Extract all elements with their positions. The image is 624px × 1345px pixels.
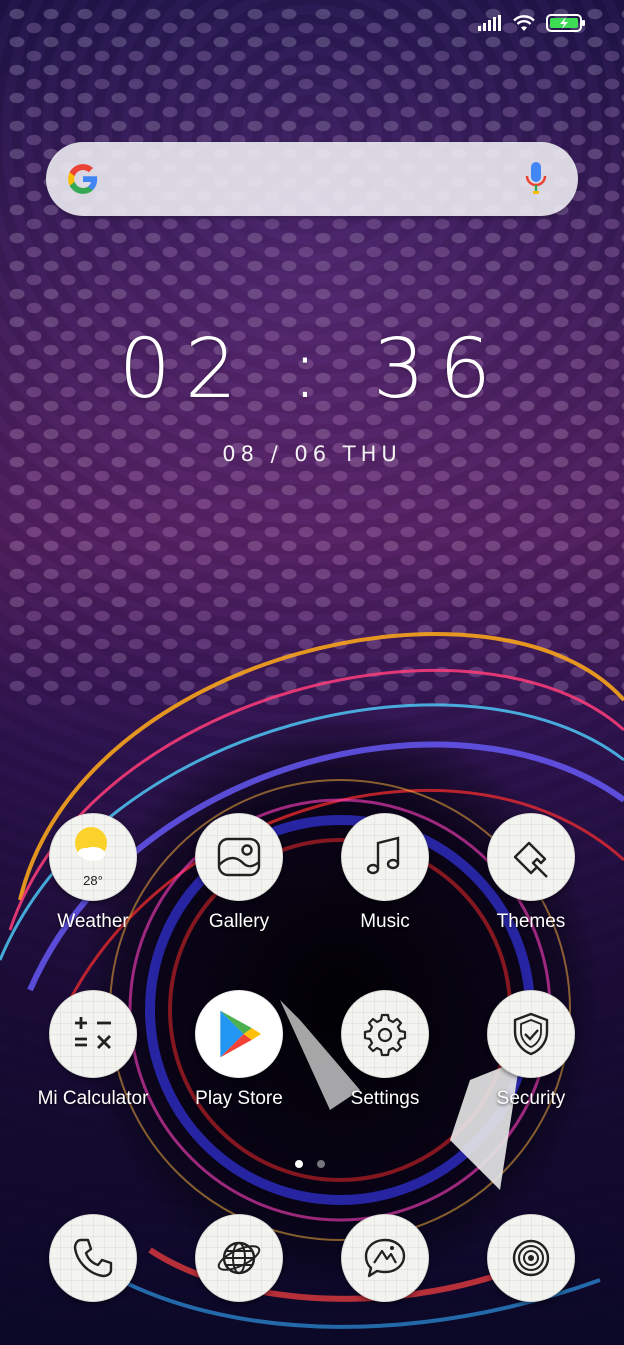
- app-mi-calculator[interactable]: Mi Calculator: [28, 990, 158, 1130]
- calculator-icon-button[interactable]: [49, 990, 137, 1078]
- app-label: Settings: [350, 1088, 420, 1109]
- page-dot[interactable]: [317, 1160, 325, 1168]
- clock-widget-time[interactable]: 02 : 36: [0, 322, 624, 417]
- app-music[interactable]: Music: [320, 813, 450, 953]
- app-label: Weather: [57, 911, 129, 932]
- weather-icon: [75, 827, 107, 861]
- app-themes[interactable]: Themes: [466, 813, 596, 953]
- gear-icon: [363, 1013, 407, 1057]
- google-logo-icon: [68, 164, 98, 194]
- app-label: Mi Calculator: [37, 1088, 149, 1109]
- dock-messaging[interactable]: [320, 1214, 450, 1306]
- play-store-icon-button[interactable]: [195, 990, 283, 1078]
- gallery-icon: [217, 837, 261, 877]
- app-label: Music: [360, 911, 410, 932]
- music-note-icon: [366, 836, 400, 875]
- app-gallery[interactable]: Gallery: [174, 813, 304, 953]
- messaging-icon-button[interactable]: [341, 1214, 429, 1302]
- signal-icon: [478, 15, 501, 31]
- weather-temperature: 28°: [83, 873, 103, 888]
- clock-widget-date: 08 / 06 THU: [222, 442, 402, 466]
- app-label: Play Store: [195, 1088, 283, 1109]
- app-label: Security: [496, 1088, 566, 1109]
- app-label: Themes: [496, 911, 566, 932]
- phone-icon-button[interactable]: [49, 1214, 137, 1302]
- paint-brush-icon: [513, 841, 548, 878]
- gallery-icon-button[interactable]: [195, 813, 283, 901]
- themes-icon-button[interactable]: [487, 813, 575, 901]
- shield-icon: [513, 1012, 549, 1056]
- security-icon-button[interactable]: [487, 990, 575, 1078]
- play-store-icon: [220, 1010, 262, 1058]
- wifi-icon: [513, 15, 535, 31]
- app-weather[interactable]: 28° Weather: [28, 813, 158, 953]
- globe-icon: [217, 1241, 261, 1275]
- status-bar: [478, 14, 586, 32]
- settings-icon-button[interactable]: [341, 990, 429, 1078]
- page-indicator: [295, 1160, 325, 1168]
- camera-icon: [512, 1239, 550, 1277]
- music-icon-button[interactable]: [341, 813, 429, 901]
- calculator-icon: [75, 1017, 111, 1049]
- app-settings[interactable]: Settings: [320, 990, 450, 1130]
- app-label: Gallery: [208, 911, 270, 932]
- dock-browser[interactable]: [174, 1214, 304, 1306]
- phone-icon: [73, 1238, 113, 1278]
- dock-camera[interactable]: [466, 1214, 596, 1306]
- dock-phone[interactable]: [28, 1214, 158, 1306]
- page-dot-active[interactable]: [295, 1160, 303, 1168]
- app-play-store[interactable]: Play Store: [174, 990, 304, 1130]
- camera-icon-button[interactable]: [487, 1214, 575, 1302]
- browser-icon-button[interactable]: [195, 1214, 283, 1302]
- google-search-bar[interactable]: [46, 142, 578, 216]
- battery-charging-icon: [546, 14, 585, 32]
- message-icon: [364, 1238, 406, 1278]
- app-security[interactable]: Security: [466, 990, 596, 1130]
- weather-icon-button[interactable]: 28°: [49, 813, 137, 901]
- mic-icon[interactable]: [524, 161, 548, 197]
- home-screen: 02 : 36 08 / 06 THU 28° Weather Gallery: [0, 0, 624, 1345]
